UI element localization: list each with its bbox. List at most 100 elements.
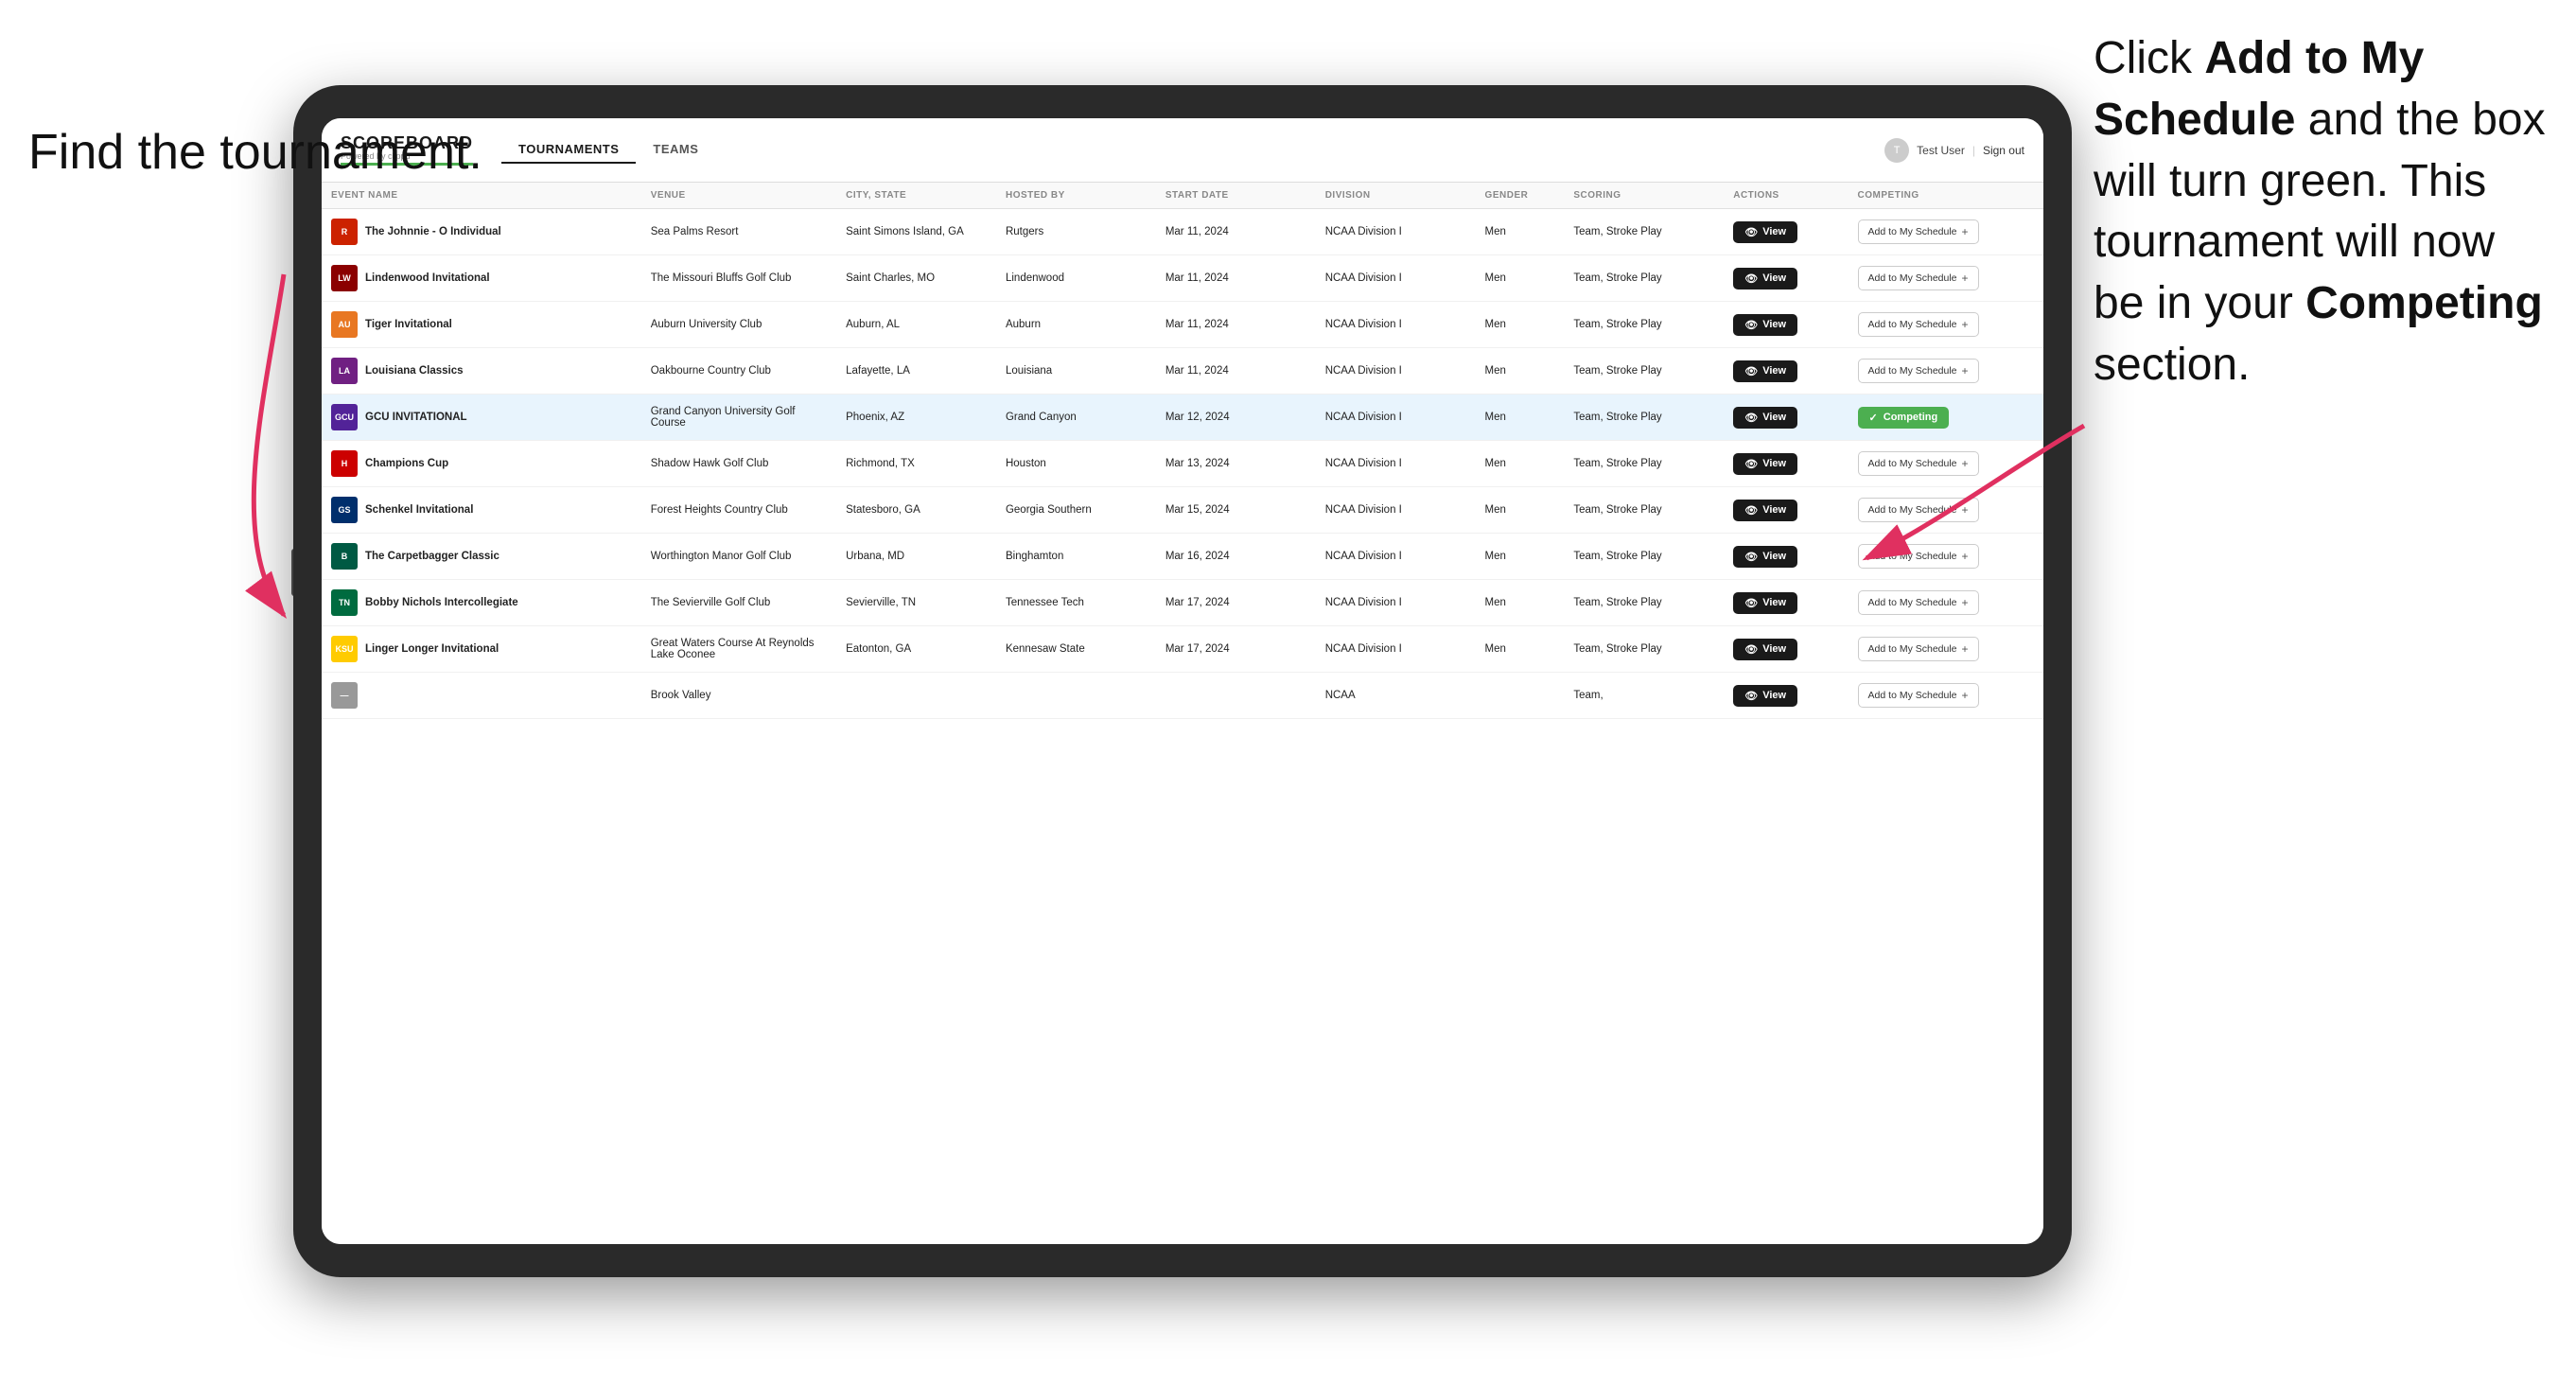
competing-cell: Add to My Schedule + — [1849, 255, 2043, 302]
venue-cell: Shadow Hawk Golf Club — [641, 441, 836, 487]
hosted-cell: Louisiana — [996, 348, 1156, 395]
view-button[interactable]: 👁 View — [1733, 592, 1797, 614]
date-cell: Mar 15, 2024 — [1156, 487, 1316, 534]
add-to-schedule-button[interactable]: Add to My Schedule + — [1858, 266, 1979, 290]
competing-cell: ✓ Competing — [1849, 395, 2043, 441]
date-cell: Mar 12, 2024 — [1156, 395, 1316, 441]
date-cell: Mar 11, 2024 — [1156, 302, 1316, 348]
user-divider: | — [1972, 144, 1975, 157]
venue-cell: The Sevierville Golf Club — [641, 580, 836, 626]
view-button[interactable]: 👁 View — [1733, 500, 1797, 521]
table-row: LW Lindenwood Invitational The Missouri … — [322, 255, 2043, 302]
event-name: Louisiana Classics — [365, 365, 464, 377]
event-cell: H Champions Cup — [331, 450, 632, 477]
event-name: Linger Longer Invitational — [365, 643, 499, 655]
event-name: Bobby Nichols Intercollegiate — [365, 597, 518, 608]
table-row: KSU Linger Longer Invitational Great Wat… — [322, 626, 2043, 673]
event-cell: R The Johnnie - O Individual — [331, 219, 632, 245]
actions-cell: 👁 View — [1724, 626, 1848, 673]
division-cell: NCAA Division I — [1316, 487, 1476, 534]
add-to-schedule-button[interactable]: Add to My Schedule + — [1858, 544, 1979, 569]
gender-cell — [1476, 673, 1565, 719]
add-to-schedule-button[interactable]: Add to My Schedule + — [1858, 219, 1979, 244]
gender-cell: Men — [1476, 348, 1565, 395]
view-button[interactable]: 👁 View — [1733, 407, 1797, 429]
team-logo: R — [331, 219, 358, 245]
gender-cell: Men — [1476, 626, 1565, 673]
add-to-schedule-button[interactable]: Add to My Schedule + — [1858, 451, 1979, 476]
user-label: Test User — [1917, 144, 1965, 157]
view-button[interactable]: 👁 View — [1733, 314, 1797, 336]
event-cell: LW Lindenwood Invitational — [331, 265, 632, 291]
competing-cell: Add to My Schedule + — [1849, 302, 2043, 348]
actions-cell: 👁 View — [1724, 534, 1848, 580]
team-logo: LW — [331, 265, 358, 291]
scoring-cell: Team, Stroke Play — [1564, 534, 1724, 580]
team-logo: AU — [331, 311, 358, 338]
city-cell: Statesboro, GA — [836, 487, 996, 534]
eye-icon: 👁 — [1744, 272, 1758, 285]
team-logo: GS — [331, 497, 358, 523]
view-button[interactable]: 👁 View — [1733, 221, 1797, 243]
add-to-schedule-button[interactable]: Add to My Schedule + — [1858, 683, 1979, 708]
eye-icon: 👁 — [1744, 551, 1758, 563]
view-button[interactable]: 👁 View — [1733, 546, 1797, 568]
actions-cell: 👁 View — [1724, 209, 1848, 255]
competing-cell: Add to My Schedule + — [1849, 534, 2043, 580]
division-cell: NCAA Division I — [1316, 626, 1476, 673]
table-row: — Brook ValleyNCAATeam,👁 ViewAdd to My S… — [322, 673, 2043, 719]
date-cell: Mar 13, 2024 — [1156, 441, 1316, 487]
event-cell: GCU GCU INVITATIONAL — [331, 404, 632, 430]
competing-cell: Add to My Schedule + — [1849, 673, 2043, 719]
view-button[interactable]: 👁 View — [1733, 639, 1797, 660]
competing-button[interactable]: ✓ Competing — [1858, 407, 1950, 429]
actions-cell: 👁 View — [1724, 348, 1848, 395]
table-row: GS Schenkel Invitational Forest Heights … — [322, 487, 2043, 534]
competing-cell: Add to My Schedule + — [1849, 209, 2043, 255]
gender-cell: Men — [1476, 441, 1565, 487]
division-cell: NCAA Division I — [1316, 395, 1476, 441]
eye-icon: 👁 — [1744, 690, 1758, 702]
scoring-cell: Team, Stroke Play — [1564, 209, 1724, 255]
eye-icon: 👁 — [1744, 597, 1758, 609]
eye-icon: 👁 — [1744, 458, 1758, 470]
add-to-schedule-button[interactable]: Add to My Schedule + — [1858, 312, 1979, 337]
venue-cell: Great Waters Course At Reynolds Lake Oco… — [641, 626, 836, 673]
col-header-date: START DATE — [1156, 183, 1316, 209]
table-container: EVENT NAME VENUE CITY, STATE HOSTED BY S… — [322, 183, 2043, 1244]
division-cell: NCAA Division I — [1316, 441, 1476, 487]
view-button[interactable]: 👁 View — [1733, 360, 1797, 382]
col-header-competing: COMPETING — [1849, 183, 2043, 209]
user-avatar: T — [1884, 138, 1909, 163]
nav-tab-tournaments[interactable]: TOURNAMENTS — [501, 136, 636, 164]
hosted-cell: Auburn — [996, 302, 1156, 348]
plus-icon: + — [1962, 503, 1969, 517]
division-cell: NCAA Division I — [1316, 209, 1476, 255]
eye-icon: 👁 — [1744, 643, 1758, 656]
nav-tab-teams[interactable]: TEAMS — [636, 136, 715, 164]
division-cell: NCAA Division I — [1316, 580, 1476, 626]
event-cell: B The Carpetbagger Classic — [331, 543, 632, 570]
left-annotation: Find the tournament. — [28, 123, 482, 182]
view-button[interactable]: 👁 View — [1733, 685, 1797, 707]
city-cell: Phoenix, AZ — [836, 395, 996, 441]
view-button[interactable]: 👁 View — [1733, 453, 1797, 475]
eye-icon: 👁 — [1744, 226, 1758, 238]
add-to-schedule-button[interactable]: Add to My Schedule + — [1858, 590, 1979, 615]
venue-cell: Grand Canyon University Golf Course — [641, 395, 836, 441]
plus-icon: + — [1962, 318, 1969, 331]
signout-link[interactable]: Sign out — [1983, 144, 2024, 157]
view-button[interactable]: 👁 View — [1733, 268, 1797, 289]
actions-cell: 👁 View — [1724, 487, 1848, 534]
event-cell: AU Tiger Invitational — [331, 311, 632, 338]
add-to-schedule-button[interactable]: Add to My Schedule + — [1858, 359, 1979, 383]
table-header-row: EVENT NAME VENUE CITY, STATE HOSTED BY S… — [322, 183, 2043, 209]
add-to-schedule-button[interactable]: Add to My Schedule + — [1858, 498, 1979, 522]
hosted-cell: Tennessee Tech — [996, 580, 1156, 626]
plus-icon: + — [1962, 550, 1969, 563]
plus-icon: + — [1962, 364, 1969, 377]
team-logo: KSU — [331, 636, 358, 662]
table-row: H Champions Cup Shadow Hawk Golf ClubRic… — [322, 441, 2043, 487]
scoring-cell: Team, Stroke Play — [1564, 348, 1724, 395]
add-to-schedule-button[interactable]: Add to My Schedule + — [1858, 637, 1979, 661]
